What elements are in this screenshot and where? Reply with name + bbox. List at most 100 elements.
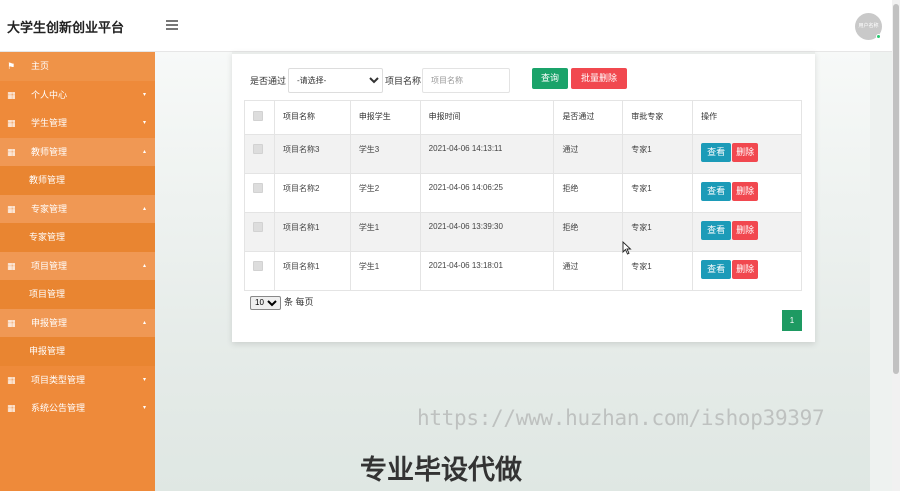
- sidebar-item-students[interactable]: ▦ 学生管理 ▾: [0, 109, 155, 138]
- chevron-down-icon: ▾: [142, 376, 146, 383]
- sidebar-item-home[interactable]: ⚑ 主页: [0, 52, 155, 81]
- hamburger-menu-icon[interactable]: [166, 20, 178, 30]
- grid-icon: ▦: [7, 260, 16, 271]
- actions-cell: 查看 删除: [692, 251, 802, 291]
- passed-cell: 拒绝: [553, 212, 624, 252]
- sidebar-item-label: 申报管理: [31, 317, 68, 328]
- sidebar-subitem-experts[interactable]: 专家管理: [0, 223, 155, 252]
- sidebar-item-label: 教师管理: [31, 146, 68, 157]
- page-size-select[interactable]: 10: [250, 295, 281, 310]
- time-cell: 2021-04-06 14:13:11: [419, 134, 555, 174]
- delete-button[interactable]: 删除: [732, 143, 759, 162]
- per-page-label: 条 每页: [284, 297, 314, 307]
- view-button[interactable]: 查看: [701, 221, 732, 240]
- app-title: 大学生创新创业平台: [7, 21, 125, 36]
- student-cell: 学生3: [349, 134, 421, 174]
- top-bar: 大学生创新创业平台 用户名称: [0, 0, 892, 52]
- expert-cell: 专家1: [622, 134, 694, 174]
- sidebar-item-projects[interactable]: ▦ 项目管理 ▴: [0, 251, 155, 280]
- sidebar-item-label: 项目管理: [31, 260, 68, 271]
- expert-cell: 专家1: [622, 251, 694, 291]
- sidebar-item-experts[interactable]: ▦ 专家管理 ▴: [0, 194, 155, 223]
- chevron-up-icon: ▴: [142, 319, 146, 326]
- bulk-delete-button[interactable]: 批量删除: [571, 68, 627, 89]
- select-all-checkbox[interactable]: [253, 111, 263, 121]
- passed-cell: 通过: [553, 251, 624, 291]
- view-button[interactable]: 查看: [701, 260, 732, 279]
- sidebar-subitem-projects[interactable]: 项目管理: [0, 280, 155, 309]
- student-cell: 学生1: [349, 212, 421, 252]
- grid-icon: ▦: [7, 203, 16, 214]
- sidebar-item-project-types[interactable]: ▦ 项目类型管理 ▾: [0, 366, 155, 395]
- chevron-down-icon: ▾: [142, 91, 146, 98]
- sidebar-item-applications[interactable]: ▦ 申报管理 ▴: [0, 308, 155, 337]
- sidebar-item-label: 申报管理: [29, 346, 66, 356]
- avatar[interactable]: 用户名称: [855, 13, 882, 40]
- table-row: 项目名称1 学生1 2021-04-06 13:39:30 拒绝 专家1 查看删…: [244, 212, 802, 252]
- sidebar-item-teachers[interactable]: ▦ 教师管理 ▴: [0, 137, 155, 166]
- delete-button[interactable]: 删除: [732, 182, 759, 201]
- time-cell: 2021-04-06 13:39:30: [419, 212, 555, 252]
- project-name-input[interactable]: [422, 68, 510, 93]
- view-button[interactable]: 查看: [701, 143, 732, 162]
- page-size-control: 10 条 每页: [250, 295, 314, 310]
- row-checkbox[interactable]: [253, 261, 263, 271]
- page-number-button[interactable]: 1: [782, 310, 802, 331]
- sidebar-item-label: 系统公告管理: [31, 403, 86, 413]
- sidebar-item-label: 个人中心: [31, 89, 68, 100]
- sidebar-item-label: 专家管理: [31, 203, 68, 214]
- student-cell: 学生2: [349, 173, 421, 213]
- grid-icon: ▦: [7, 374, 16, 385]
- project-name-cell: 项目名称2: [273, 173, 351, 213]
- row-checkbox[interactable]: [253, 222, 263, 232]
- passed-cell: 通过: [553, 134, 624, 174]
- sidebar-item-label: 专家管理: [29, 232, 66, 242]
- column-header: 项目名称: [273, 100, 351, 135]
- sidebar-subitem-teachers[interactable]: 教师管理: [0, 166, 155, 195]
- select-all-cell: [244, 100, 275, 135]
- chevron-down-icon: ▾: [142, 405, 146, 411]
- actions-cell: 查看 删除: [692, 134, 802, 174]
- grid-icon: ▦: [7, 146, 16, 157]
- row-checkbox[interactable]: [253, 183, 263, 193]
- mouse-pointer-icon: [622, 241, 632, 255]
- avatar-name: 用户名称: [858, 23, 879, 29]
- delete-button[interactable]: 删除: [732, 221, 759, 240]
- project-name-cell: 项目名称1: [273, 251, 351, 291]
- sidebar-item-announcements[interactable]: ▦ 系统公告管理 ▾: [0, 394, 155, 423]
- table-row: 项目名称3 学生3 2021-04-06 14:13:11 通过 专家1 查看删…: [244, 134, 802, 174]
- actions-cell: 查看 删除: [692, 212, 802, 252]
- delete-button[interactable]: 删除: [732, 260, 759, 279]
- sidebar-item-personal-center[interactable]: ▦ 个人中心 ▾: [0, 81, 155, 110]
- content-rail: [870, 52, 892, 491]
- table-row: 项目名称1 学生1 2021-04-06 13:18:01 通过 专家1 查看删…: [244, 251, 802, 291]
- application-list-card: 是否通过 -请选择- 项目名称 查询 批量删除 项目名称 申报学生 申报时间 是…: [232, 52, 815, 342]
- grid-icon: ▦: [7, 118, 16, 128]
- passed-select[interactable]: -请选择-: [288, 68, 383, 93]
- grid-icon: ▦: [7, 89, 16, 100]
- online-status-icon: [876, 34, 881, 39]
- sidebar-item-label: 学生管理: [31, 118, 68, 128]
- view-button[interactable]: 查看: [701, 182, 732, 201]
- passed-cell: 拒绝: [553, 173, 624, 213]
- column-header: 申报时间: [419, 100, 555, 135]
- expert-cell: 专家1: [622, 173, 694, 213]
- page-scrollbar[interactable]: [892, 0, 900, 491]
- sidebar-item-label: 教师管理: [29, 175, 66, 185]
- row-checkbox[interactable]: [253, 144, 263, 154]
- sidebar-item-label: 项目类型管理: [31, 374, 86, 385]
- applications-table: 项目名称 申报学生 申报时间 是否通过 审批专家 操作 项目名称3 学生3 20…: [244, 100, 802, 291]
- chevron-down-icon: ▾: [142, 120, 146, 126]
- name-filter-label: 项目名称: [385, 76, 422, 86]
- sidebar-subitem-applications[interactable]: 申报管理: [0, 337, 155, 366]
- query-button[interactable]: 查询: [532, 68, 568, 89]
- sidebar: ⚑ 主页 ▦ 个人中心 ▾ ▦ 学生管理 ▾ ▦ 教师管理 ▴ 教师管理 ▦ 专家管理 ▴ 专家管…: [0, 52, 155, 491]
- project-name-cell: 项目名称1: [273, 212, 351, 252]
- flag-icon: ⚑: [7, 61, 16, 71]
- chevron-up-icon: ▴: [142, 205, 146, 212]
- scrollbar-thumb[interactable]: [893, 4, 899, 374]
- slogan-text: 专业毕设代做: [360, 455, 522, 486]
- column-header: 审批专家: [622, 100, 694, 135]
- student-cell: 学生1: [349, 251, 421, 291]
- column-header: 申报学生: [349, 100, 421, 135]
